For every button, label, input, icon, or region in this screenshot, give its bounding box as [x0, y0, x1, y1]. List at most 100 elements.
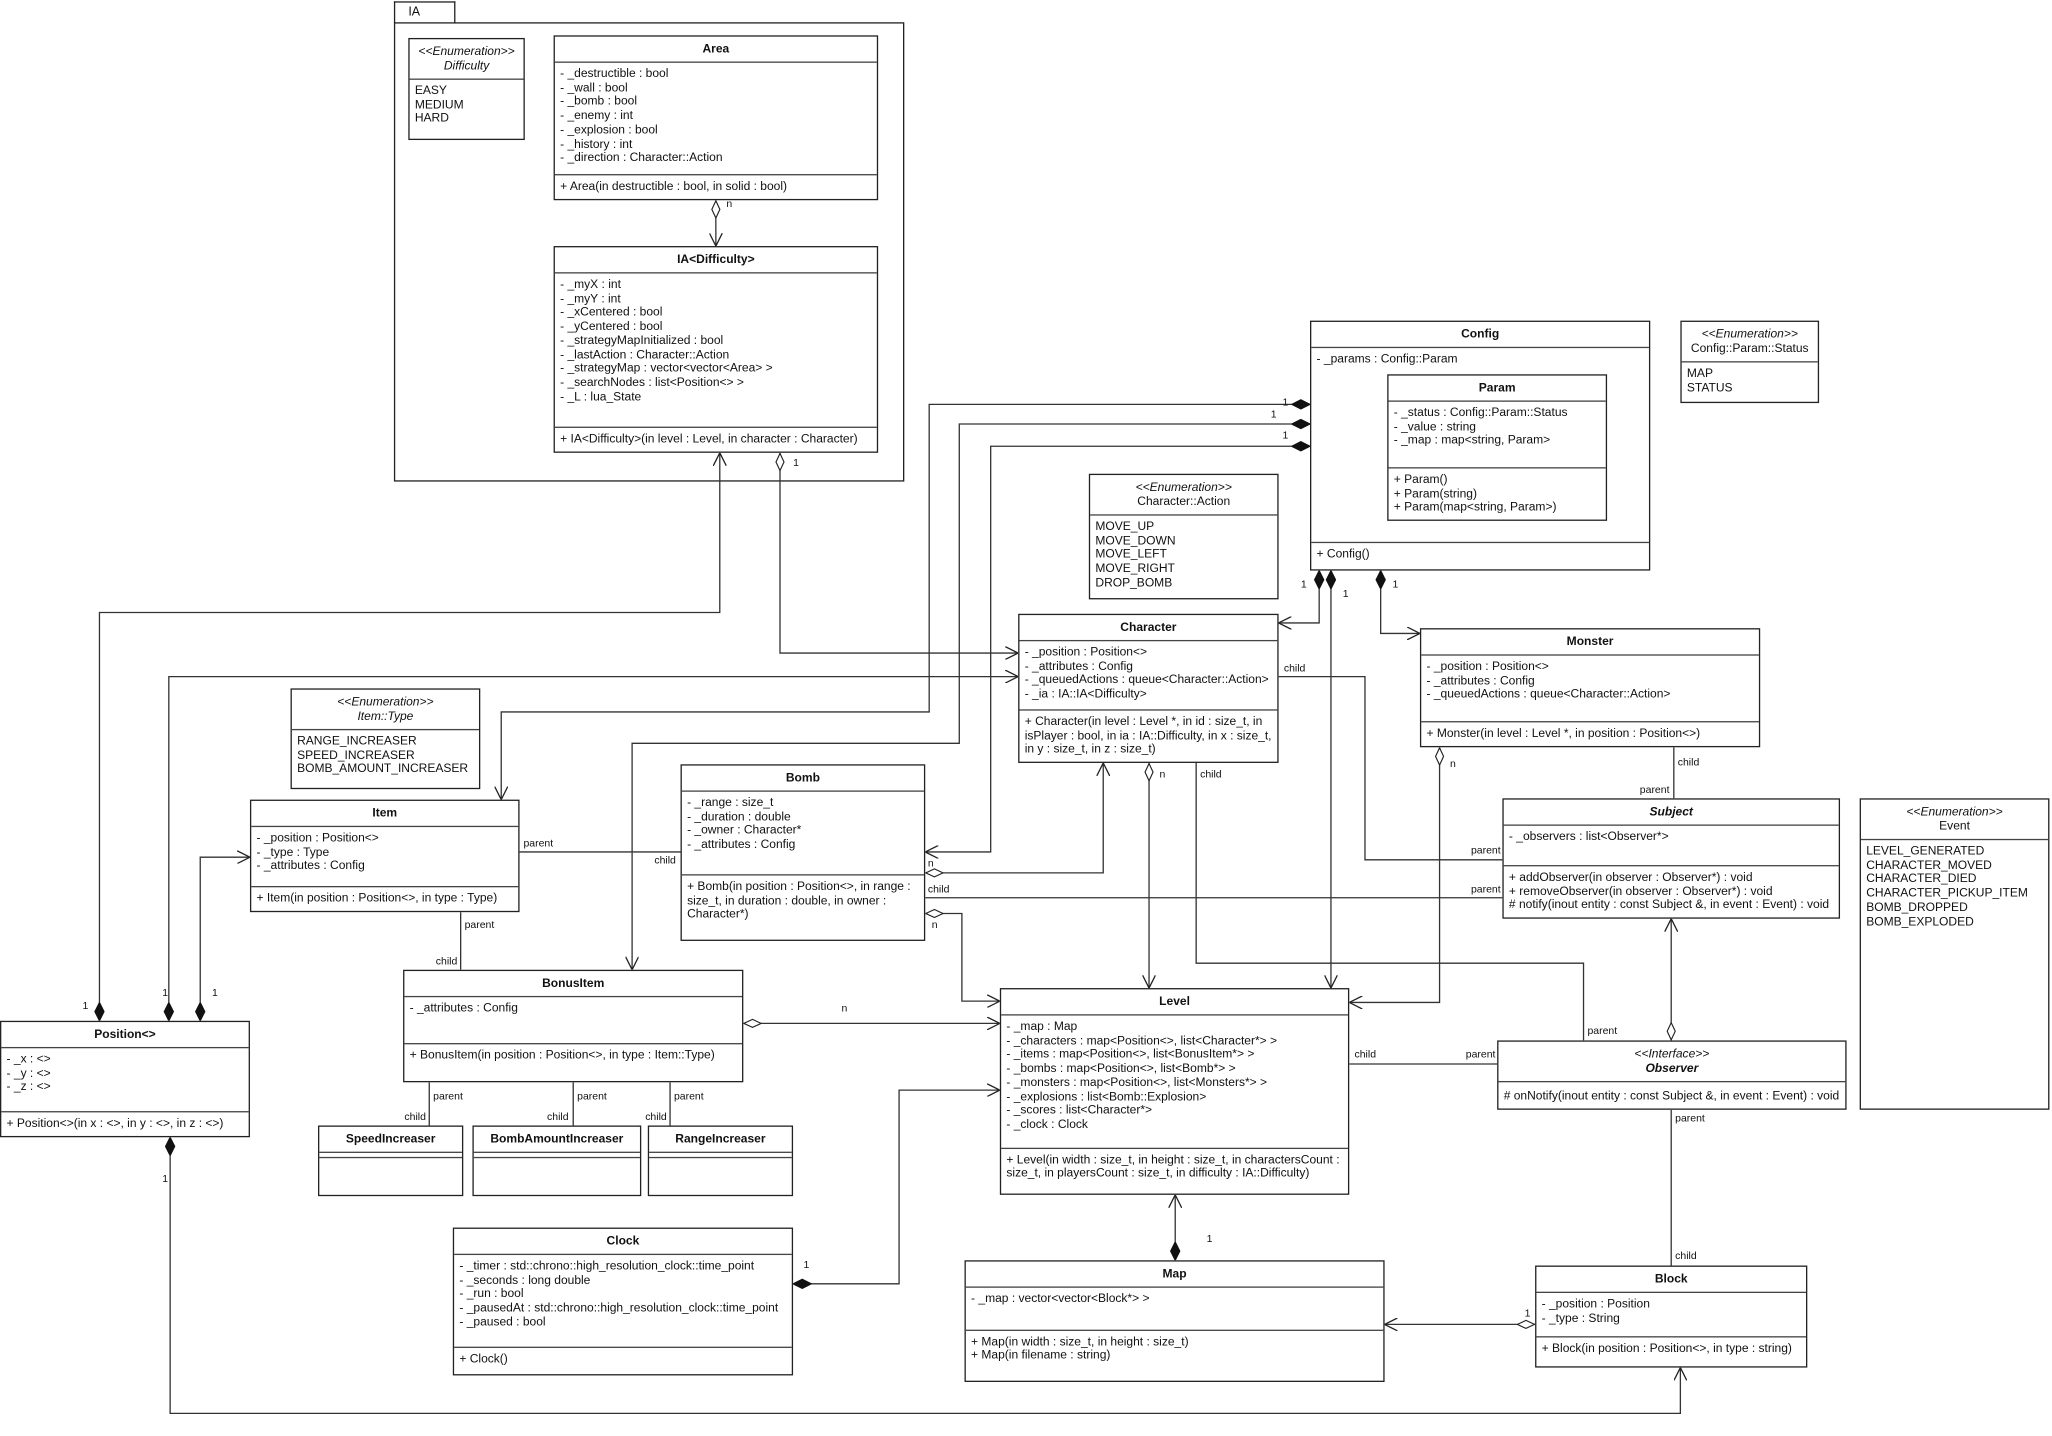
class-bonusitem[interactable]: BonusItem - _attributes : Config + BonusIt… — [403, 969, 744, 1083]
enum-value: RANGE_INCREASER — [297, 734, 417, 748]
attribute: - _owner : Character* — [687, 823, 802, 837]
attribute: - _duration : double — [687, 809, 791, 823]
operations-section: + Param() + Param(string) + Param(map<stri… — [1388, 467, 1606, 519]
relation-label: parent — [577, 1090, 607, 1102]
class-item[interactable]: Item - _position : Position<> - _type : Ty… — [249, 799, 520, 913]
operation: + BonusItem(in position : Position<>, in… — [409, 1048, 715, 1062]
class-name: Bomb — [785, 770, 820, 784]
relation-label: child — [1200, 768, 1222, 780]
class-clock[interactable]: Clock - _timer : std::chrono::high_resolu… — [452, 1227, 794, 1376]
class-event[interactable]: <<Enumeration>> Event LEVEL_GENERATED CHARA… — [1859, 798, 2050, 1110]
class-level[interactable]: Level - _map : Map - _characters : map<Pos… — [999, 988, 1350, 1195]
attribute: - _explosions : list<Bomb::Explosion> — [1006, 1089, 1207, 1103]
attribute: - _map : vector<vector<Block*> > — [971, 1291, 1150, 1305]
class-area[interactable]: Area - _destructible : bool - _wall : bool… — [553, 35, 879, 201]
attribute: - _L : lua_State — [560, 389, 642, 403]
aggregation-ia-character — [780, 452, 1019, 653]
uml-class-diagram: IA <<Enumeration>> Difficulty EASY MEDIUM HA… — [0, 0, 2052, 1436]
attribute: - _scores : list<Character*> — [1006, 1103, 1153, 1117]
operation: + Character(in level : Level *, in id : … — [1024, 714, 1272, 756]
class-ia[interactable]: IA<Difficulty> - _myX : int - _myY : int - … — [553, 246, 879, 453]
class-status[interactable]: <<Enumeration>> Config::Param::Status MAP S… — [1680, 320, 1820, 404]
class-name: Character::Action — [1137, 494, 1231, 508]
stereotype: <<Enumeration>> — [1906, 804, 2003, 818]
attribute: - _myY : int — [560, 291, 621, 305]
class-position[interactable]: Position<> - _x : <> - _y : <> - _z : <> + P… — [0, 1020, 250, 1138]
relation-label: parent — [1639, 783, 1670, 796]
class-bombamount[interactable]: BombAmountIncreaser — [472, 1125, 642, 1197]
attribute: - _xCentered : bool — [560, 305, 663, 319]
operations-section: + Map(in width : size_t, in height : siz… — [965, 1329, 1384, 1381]
enum-value: EASY — [414, 83, 447, 97]
attribute: - _x : <> — [6, 1052, 51, 1066]
operation: + IA<Difficulty>(in level : Level, in ch… — [560, 432, 858, 446]
operation: + Position<>(in x : <>, in y : <>, in z … — [6, 1116, 224, 1130]
class-param[interactable]: Param - _status : Config::Param::Status - … — [1387, 374, 1608, 521]
attribute: - _yCentered : bool — [560, 319, 663, 333]
attributes-section: - _observers : list<Observer*> — [1504, 826, 1839, 865]
relation-label: child — [547, 1111, 569, 1123]
class-block[interactable]: Block - _position : Position - _type : Str… — [1535, 1265, 1808, 1368]
attributes-section: - _position : Position<> - _attributes : … — [1421, 656, 1759, 722]
relation-label: child — [654, 854, 676, 867]
operations-section — [474, 1158, 640, 1195]
attribute: - _attributes : Config — [409, 1001, 518, 1015]
enum-values: MOVE_UP MOVE_DOWN MOVE_LEFT MOVE_RIGHT DROP_… — [1090, 516, 1277, 598]
relation-label: 1 — [82, 999, 89, 1012]
class-header: <<Interface>> Observer — [1498, 1042, 1846, 1083]
attribute: - _queuedActions : queue<Character::Acti… — [1426, 687, 1671, 701]
class-name: RangeIncreaser — [675, 1132, 766, 1146]
operation: + Block(in position : Position<>, in typ… — [1541, 1341, 1792, 1355]
enum-value: STATUS — [1686, 380, 1733, 394]
relation-label: parent — [1470, 844, 1501, 856]
class-name: Block — [1654, 1272, 1688, 1286]
class-observer[interactable]: <<Interface>> Observer # onNotify(inout en… — [1497, 1040, 1847, 1110]
composition-position-item — [200, 857, 250, 1021]
class-name: Position<> — [94, 1027, 156, 1041]
class-subject[interactable]: Subject - _observers : list<Observer*> + a… — [1502, 798, 1841, 919]
stereotype: <<Interface>> — [1634, 1046, 1710, 1061]
attribute: - _z : <> — [6, 1080, 51, 1094]
attribute: - _y : <> — [6, 1066, 51, 1080]
class-bomb[interactable]: Bomb - _range : size_t - _duration : doubl… — [680, 764, 926, 941]
class-map[interactable]: Map - _map : vector<vector<Block*> > + Map… — [964, 1260, 1385, 1382]
relation-label: child — [1675, 1249, 1697, 1262]
class-header: <<Enumeration>> Event — [1860, 800, 2049, 841]
attributes-section: - _timer : std::chrono::high_resolution_… — [454, 1255, 792, 1347]
class-header: BonusItem — [404, 971, 743, 998]
relation-label: parent — [1470, 883, 1501, 896]
enum-value: MOVE_RIGHT — [1095, 561, 1175, 575]
attribute: - _status : Config::Param::Status — [1393, 405, 1568, 419]
operation: + Monster(in level : Level *, in positio… — [1426, 726, 1701, 740]
attribute: - _position : Position — [1541, 1296, 1650, 1311]
enum-values: MAP STATUS — [1682, 363, 1818, 402]
relation-label: n — [927, 857, 934, 869]
attribute: - _position : Position<> — [1426, 659, 1549, 673]
composition-config-monster — [1381, 570, 1420, 634]
relation-label: child — [404, 1111, 426, 1123]
class-header: Item — [251, 801, 519, 828]
attribute: - _history : int — [560, 136, 633, 150]
operations-section: + Clock() — [454, 1347, 792, 1374]
relation-label: 1 — [803, 1258, 810, 1271]
class-character[interactable]: Character - _position : Position<> - _attr… — [1018, 613, 1279, 763]
attribute: - _strategyMapInitialized : bool — [560, 333, 724, 347]
class-speed[interactable]: SpeedIncreaser — [318, 1125, 464, 1197]
class-monster[interactable]: Monster - _position : Position<> - _attrib… — [1419, 628, 1761, 748]
enum-value: MOVE_DOWN — [1095, 533, 1176, 547]
operations-section: + Position<>(in x : <>, in y : <>, in z … — [1, 1111, 249, 1135]
class-range[interactable]: RangeIncreaser — [647, 1125, 794, 1197]
attributes-section: - _range : size_t - _duration : double - _… — [682, 792, 924, 874]
relation-label: n — [931, 918, 938, 931]
class-name: Subject — [1649, 804, 1693, 818]
stereotype: <<Enumeration>> — [1701, 327, 1798, 341]
attributes-section: - _status : Config::Param::Status - _valu… — [1389, 402, 1606, 467]
class-header: Area — [554, 37, 877, 63]
attribute: - _map : Map — [1006, 1019, 1078, 1033]
class-itemtype[interactable]: <<Enumeration>> Item::Type RANGE_INCREASER… — [290, 688, 481, 790]
class-header: Subject — [1503, 800, 1839, 826]
operation: + Area(in destructible : bool, in solid … — [560, 179, 788, 193]
class-name: Event — [1939, 819, 1970, 833]
class-difficulty[interactable]: <<Enumeration>> Difficulty EASY MEDIUM HARD — [408, 37, 525, 141]
class-action[interactable]: <<Enumeration>> Character::Action MOVE_UP M… — [1088, 473, 1279, 600]
